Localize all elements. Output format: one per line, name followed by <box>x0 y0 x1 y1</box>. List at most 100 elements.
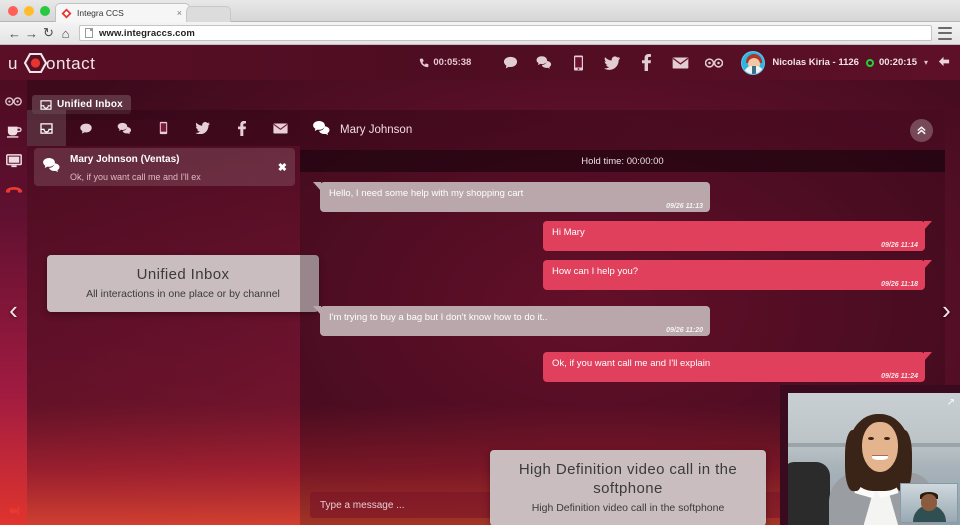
logout-icon[interactable] <box>937 55 951 71</box>
app-header-right: 00:05:38 Nicolas Kiria - 1126 00:20:15 ▾ <box>419 45 960 80</box>
message-text: How can I help you? <box>552 266 639 277</box>
chevron-down-icon[interactable]: ▾ <box>924 58 928 67</box>
chats-icon <box>312 120 331 141</box>
chats-icon <box>42 157 61 178</box>
message-time: 09/26 11:18 <box>881 281 918 288</box>
browser-menu-icon[interactable] <box>938 26 952 40</box>
video-self-view[interactable] <box>900 483 958 523</box>
tab-mobile[interactable] <box>144 110 183 146</box>
tab-chat-bubble[interactable] <box>66 110 105 146</box>
conversation-name: Mary Johnson (Ventas) <box>70 154 180 165</box>
callout-video-call: High Definition video call in the softph… <box>490 450 766 525</box>
message-bubble: How can I help you? 09/26 11:18 <box>543 260 932 290</box>
home-icon[interactable]: ⌂ <box>57 25 74 42</box>
tab-email[interactable] <box>261 110 300 146</box>
rail-logout-icon[interactable] <box>0 501 27 521</box>
monitor-icon[interactable] <box>0 146 27 176</box>
chat-header: Mary Johnson <box>300 110 945 150</box>
callout-title: Unified Inbox <box>136 266 230 283</box>
message-row: Hello, I need some help with my shopping… <box>313 182 925 212</box>
collapse-chat-button[interactable] <box>910 118 933 142</box>
tab-twitter[interactable] <box>183 110 222 146</box>
tab-inbox[interactable] <box>27 110 66 146</box>
app-header: u ontact 00:05:38 Nicolas Kiria - 1126 0… <box>0 45 960 80</box>
callout-unified-inbox: Unified Inbox All interactions in one pl… <box>47 255 319 312</box>
carousel-next-button[interactable]: › <box>933 285 960 335</box>
callout-title: High Definition video call in the softph… <box>518 461 738 497</box>
conversation-text: Mary Johnson (Ventas) Ok, if you want ca… <box>70 149 274 185</box>
message-time: 09/26 11:24 <box>881 373 918 380</box>
facebook-icon[interactable] <box>629 45 663 80</box>
svg-text:ontact: ontact <box>46 54 95 73</box>
hold-time-bar: Hold time: 00:00:00 <box>300 150 945 172</box>
glasses-icon[interactable] <box>0 86 27 116</box>
new-tab-button[interactable] <box>186 6 231 22</box>
ucontact-logo[interactable]: u ontact <box>8 50 123 76</box>
minimize-window-button[interactable] <box>24 6 34 16</box>
callout-subtitle: All interactions in one place or by chan… <box>86 288 280 300</box>
conversation-list-item[interactable]: Mary Johnson (Ventas) Ok, if you want ca… <box>34 148 295 186</box>
forward-icon[interactable]: → <box>23 25 40 42</box>
reload-icon[interactable]: ↻ <box>40 25 57 42</box>
message-time: 09/26 11:20 <box>666 327 703 334</box>
message-time: 09/26 11:13 <box>666 203 703 210</box>
message-input-placeholder: Type a message ... <box>320 499 405 511</box>
user-session-timer: 00:20:15 <box>878 57 917 68</box>
back-icon[interactable]: ← <box>6 25 23 42</box>
message-row: Ok, if you want call me and I'll explain… <box>320 352 932 382</box>
window-controls <box>8 6 50 16</box>
chats-icon[interactable] <box>527 45 561 80</box>
address-bar-url: www.integraccs.com <box>99 27 195 39</box>
browser-toolbar: ← → ↻ ⌂ www.integraccs.com <box>0 22 960 45</box>
message-bubble: Hello, I need some help with my shopping… <box>313 182 710 212</box>
close-window-button[interactable] <box>8 6 18 16</box>
user-name-label: Nicolas Kiria - 1126 <box>772 57 859 68</box>
hold-time-label: Hold time: 00:00:00 <box>581 155 664 167</box>
message-bubble: Ok, if you want call me and I'll explain… <box>543 352 932 382</box>
close-conversation-button[interactable]: ✖ <box>278 161 287 174</box>
header-channel-icons <box>493 45 731 80</box>
browser-titlebar: Integra CCS × <box>0 0 960 22</box>
twitter-icon[interactable] <box>595 45 629 80</box>
address-bar[interactable]: www.integraccs.com <box>79 25 932 41</box>
coffee-cup-icon[interactable] <box>0 116 27 146</box>
message-text: I'm trying to buy a bag but I don't know… <box>329 312 548 323</box>
message-text: Hello, I need some help with my shopping… <box>329 188 524 199</box>
video-remote-stream: ↗ <box>788 393 960 525</box>
user-avatar[interactable] <box>741 50 766 75</box>
unified-inbox-pill-label: Unified Inbox <box>57 99 123 110</box>
callout-subtitle: High Definition video call in the softph… <box>531 502 725 514</box>
inbox-channel-tabs <box>27 110 300 146</box>
message-text: Ok, if you want call me and I'll explain <box>552 358 711 369</box>
call-timer-value: 00:05:38 <box>433 57 472 68</box>
email-icon[interactable] <box>663 45 697 80</box>
ucontact-app: u ontact 00:05:38 Nicolas Kiria - 1126 0… <box>0 45 960 525</box>
conversation-preview: Ok, if you want call me and I'll ex <box>70 172 201 182</box>
tab-facebook[interactable] <box>222 110 261 146</box>
message-time: 09/26 11:14 <box>881 242 918 249</box>
maximize-window-button[interactable] <box>40 6 50 16</box>
browser-tab[interactable]: Integra CCS × <box>55 3 190 22</box>
message-row: Hi Mary 09/26 11:14 <box>320 221 932 251</box>
video-call-panel[interactable]: ↗ <box>780 385 960 525</box>
browser-tab-title: Integra CCS <box>77 8 124 18</box>
message-row: How can I help you? 09/26 11:18 <box>320 260 932 290</box>
svg-text:u: u <box>8 54 18 73</box>
close-tab-button[interactable]: × <box>175 8 184 18</box>
carousel-prev-button[interactable]: ‹ <box>0 285 27 335</box>
message-row: I'm trying to buy a bag but I don't know… <box>313 306 925 336</box>
expand-video-icon[interactable]: ↗ <box>947 397 955 408</box>
glasses-icon[interactable] <box>697 45 731 80</box>
hangup-phone-icon[interactable] <box>0 176 27 206</box>
status-badge <box>865 58 874 67</box>
screenshot-root: Integra CCS × ← → ↻ ⌂ www.integraccs.com… <box>0 0 960 525</box>
chat-bubble-icon[interactable] <box>493 45 527 80</box>
mobile-icon[interactable] <box>561 45 595 80</box>
message-bubble: Hi Mary 09/26 11:14 <box>543 221 932 251</box>
chat-contact-name: Mary Johnson <box>340 124 413 136</box>
message-text: Hi Mary <box>552 227 585 238</box>
page-info-icon <box>85 28 93 38</box>
phone-icon <box>420 58 429 67</box>
tab-chats[interactable] <box>105 110 144 146</box>
inbox-icon <box>40 99 52 110</box>
